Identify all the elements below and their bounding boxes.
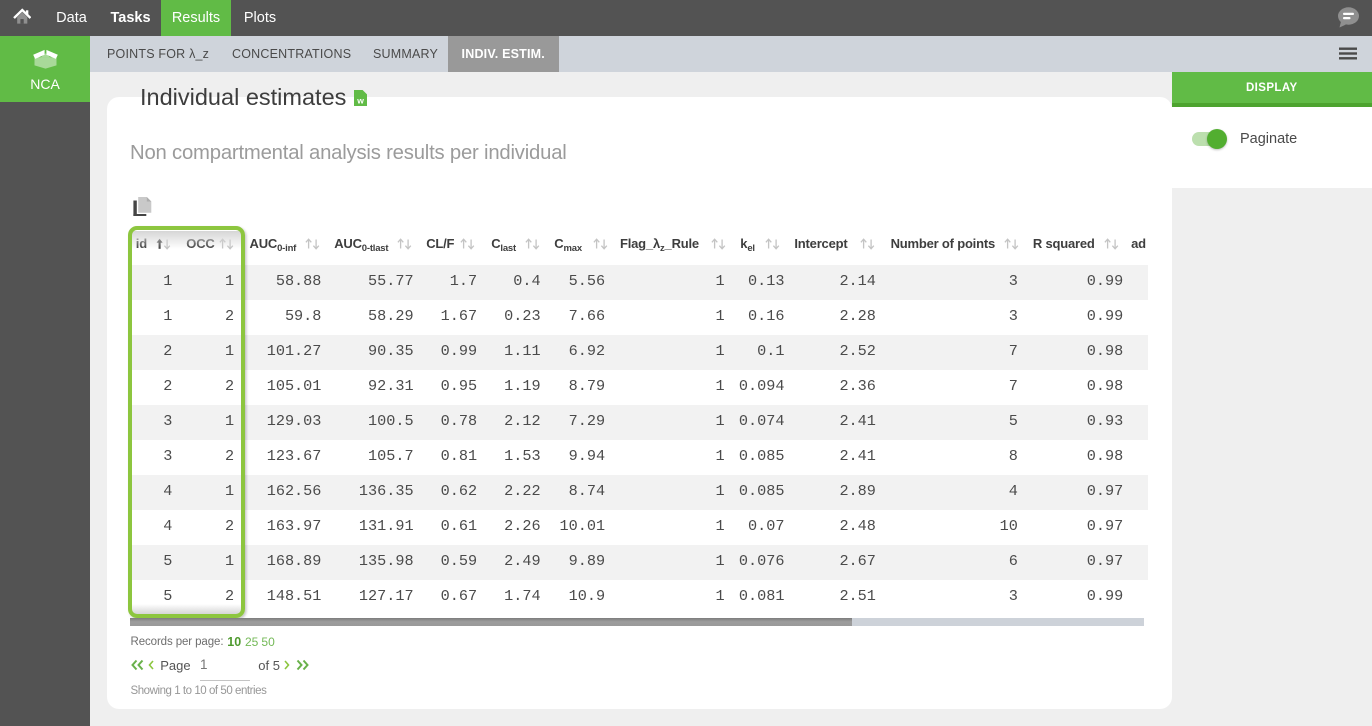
- svg-text:w: w: [356, 95, 364, 105]
